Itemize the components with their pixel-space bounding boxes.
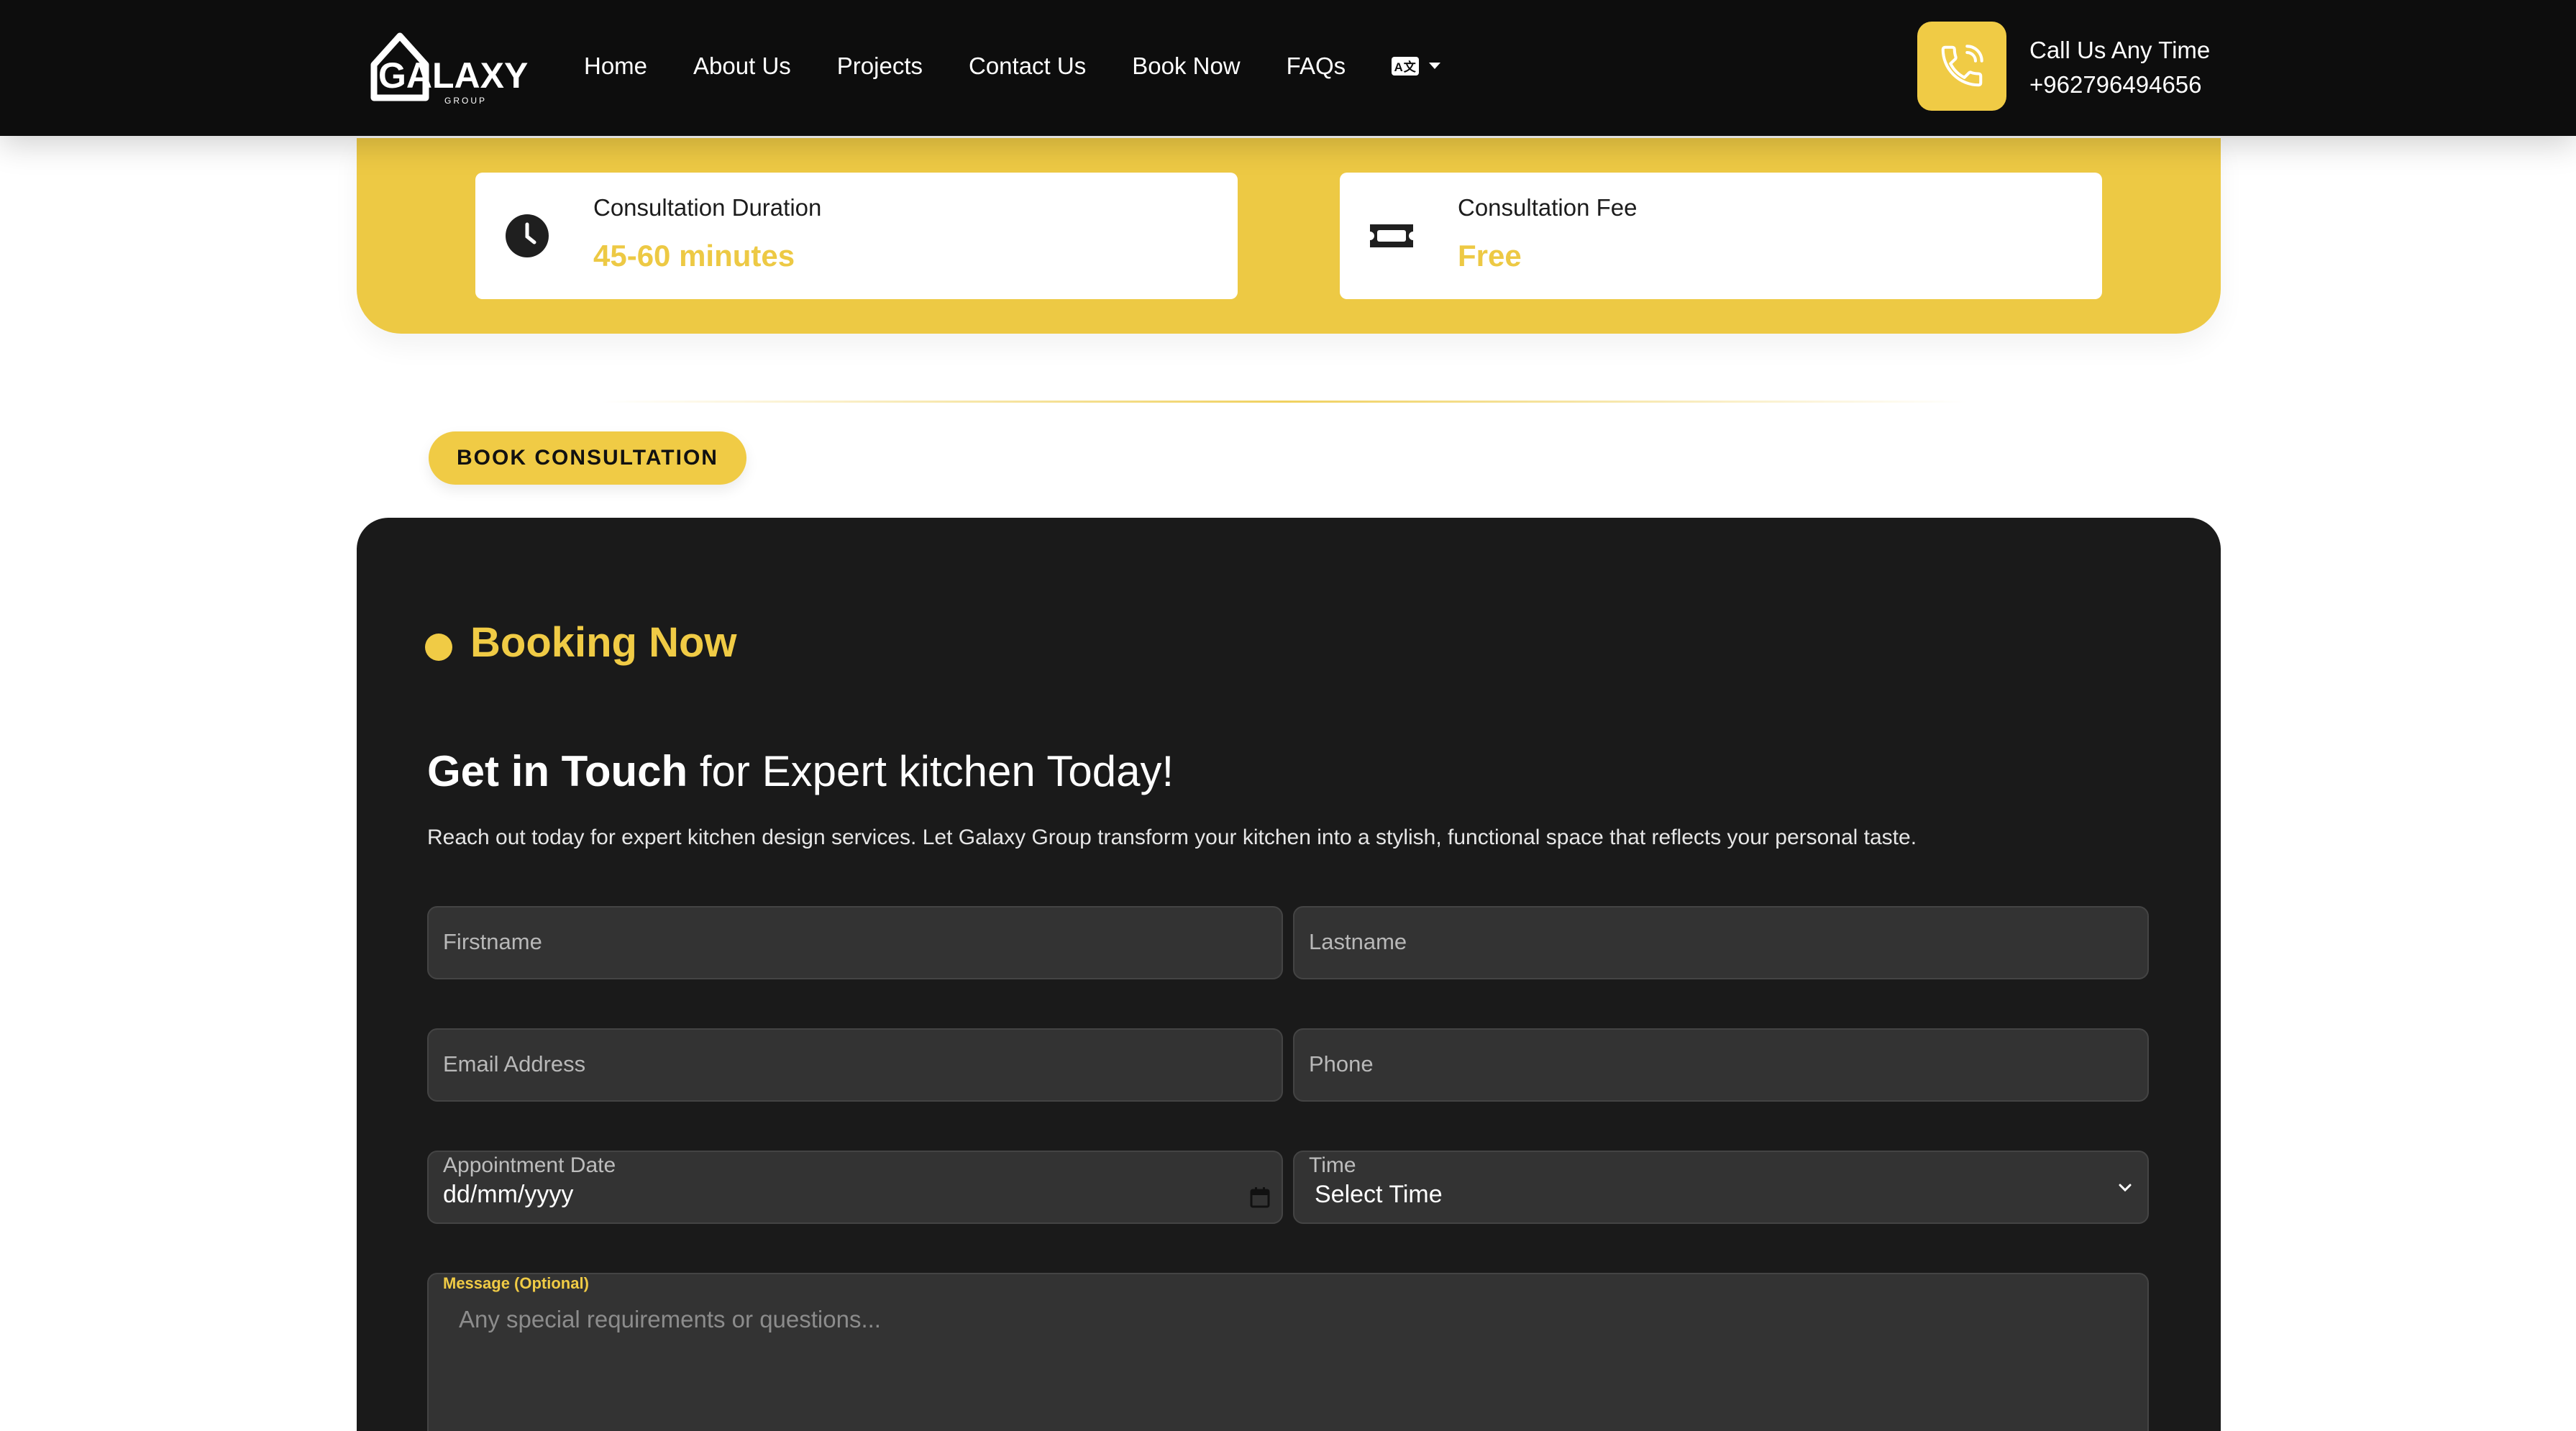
site-header: GALAXY GROUP Home About Us Projects Cont… [0, 0, 2576, 136]
lastname-placeholder: Lastname [1309, 929, 1407, 954]
firstname-field[interactable]: Firstname [427, 906, 1283, 979]
message-textarea[interactable]: Message (Optional) Any special requireme… [427, 1273, 2149, 1431]
nav-book-now[interactable]: Book Now [1132, 52, 1240, 80]
svg-text:GALAXY: GALAXY [378, 55, 528, 96]
bullet-dot-icon [425, 634, 452, 661]
time-select[interactable]: Time Select Time [1293, 1151, 2149, 1224]
headline-rest: for Expert kitchen Today! [688, 747, 1174, 795]
time-value: Select Time [1315, 1181, 1443, 1208]
phone-field[interactable]: Phone [1293, 1028, 2149, 1102]
date-value: dd/mm/yyyy [443, 1181, 574, 1208]
date-label: Appointment Date [443, 1153, 616, 1177]
svg-text:GROUP: GROUP [444, 96, 487, 106]
section-title: Booking Now [470, 619, 737, 666]
phone-placeholder: Phone [1309, 1051, 1374, 1076]
time-label: Time [1309, 1153, 1356, 1177]
call-button[interactable] [1917, 22, 2006, 111]
lastname-field[interactable]: Lastname [1293, 906, 2149, 979]
chevron-down-icon [2119, 1184, 2132, 1192]
gold-divider [601, 401, 1968, 403]
calendar-icon[interactable] [1250, 1187, 1270, 1208]
call-number[interactable]: +962796494656 [2029, 68, 2210, 102]
nav-home[interactable]: Home [584, 52, 647, 80]
headline-bold: Get in Touch [427, 747, 688, 795]
email-field[interactable]: Email Address [427, 1028, 1283, 1102]
booking-panel: Booking Now Get in Touch for Expert kitc… [357, 518, 2221, 1431]
clock-icon [506, 214, 549, 257]
book-consultation-button[interactable]: BOOK CONSULTATION [429, 431, 746, 485]
nav-about-us[interactable]: About Us [693, 52, 791, 80]
appointment-date-field[interactable]: Appointment Date dd/mm/yyyy [427, 1151, 1283, 1224]
fee-label: Consultation Fee [1458, 194, 1638, 221]
booking-headline: Get in Touch for Expert kitchen Today! [427, 746, 1174, 796]
duration-card: Consultation Duration 45-60 minutes [475, 173, 1238, 299]
fee-value: Free [1458, 239, 1522, 273]
booking-description: Reach out today for expert kitchen desig… [427, 826, 1917, 849]
duration-value: 45-60 minutes [593, 239, 795, 273]
message-label: Message (Optional) [443, 1274, 589, 1292]
chevron-down-icon [1429, 63, 1441, 69]
nav-faqs[interactable]: FAQs [1287, 52, 1346, 80]
ticket-icon [1370, 224, 1413, 247]
message-placeholder: Any special requirements or questions... [459, 1306, 881, 1332]
language-dropdown[interactable]: A文 [1392, 56, 1441, 76]
phone-icon [1941, 45, 1983, 87]
call-info: Call Us Any Time +962796494656 [2029, 33, 2210, 102]
call-label: Call Us Any Time [2029, 37, 2211, 63]
email-placeholder: Email Address [443, 1051, 586, 1076]
duration-label: Consultation Duration [593, 194, 822, 221]
fee-card: Consultation Fee Free [1340, 173, 2102, 299]
main-nav: Home About Us Projects Contact Us Book N… [584, 0, 1441, 132]
firstname-placeholder: Firstname [443, 929, 542, 954]
galaxy-logo[interactable]: GALAXY GROUP [368, 29, 538, 108]
consultation-info-band: Consultation Duration 45-60 minutes Cons… [357, 138, 2221, 334]
nav-projects[interactable]: Projects [837, 52, 923, 80]
translate-icon: A文 [1392, 56, 1420, 76]
nav-contact-us[interactable]: Contact Us [969, 52, 1086, 80]
